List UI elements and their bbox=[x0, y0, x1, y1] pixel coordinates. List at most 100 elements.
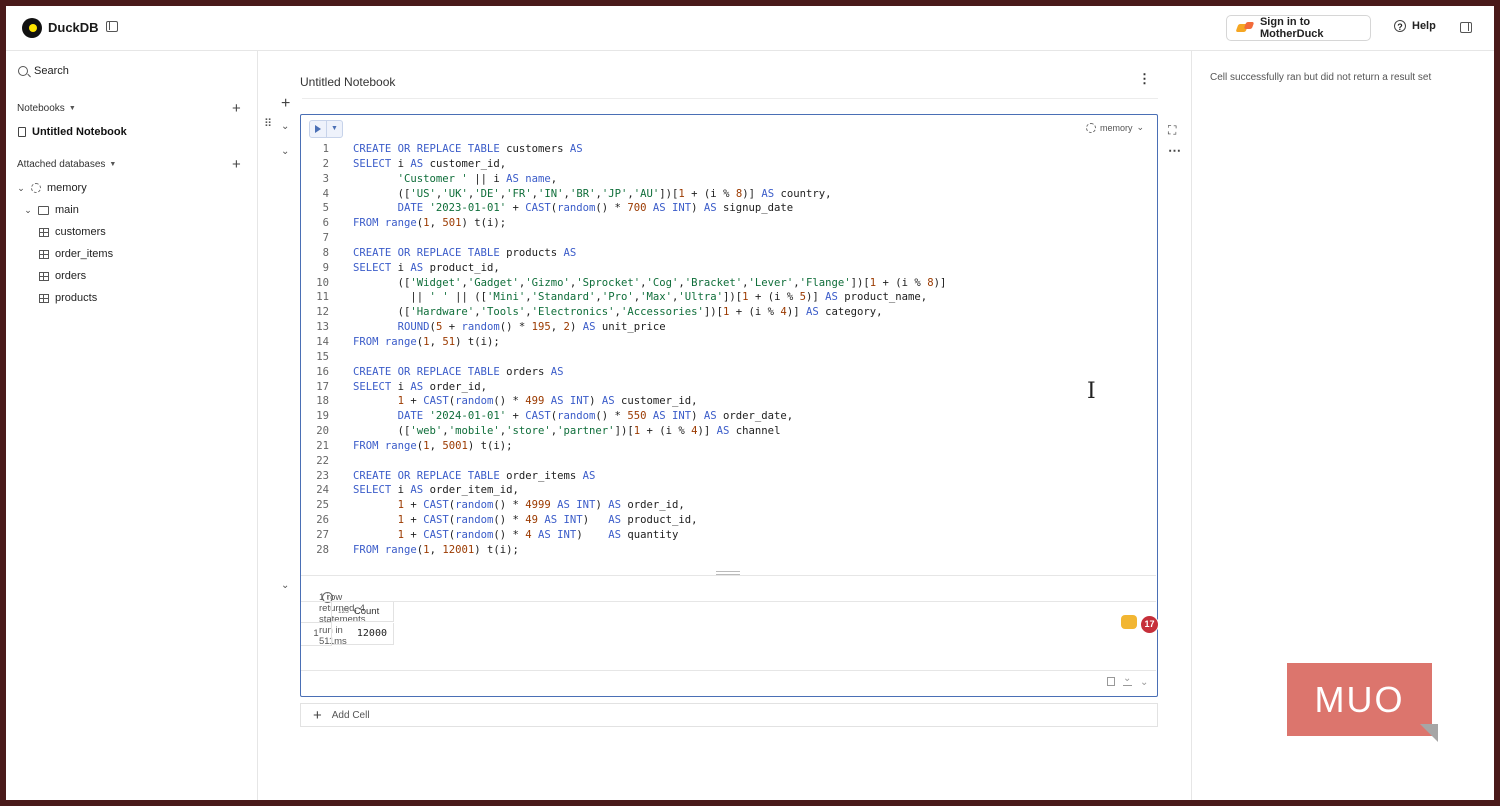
code-editor[interactable]: 1 CREATE OR REPLACE TABLE customers AS 2 SE… bbox=[301, 142, 1156, 558]
attach-database-button[interactable]: + bbox=[232, 157, 241, 172]
code-line[interactable]: 21 FROM range(1, 5001) t(i); bbox=[301, 439, 1156, 454]
tree-item-database[interactable]: ⌄ memory bbox=[17, 182, 87, 194]
right-panel-toggle-icon[interactable] bbox=[1460, 22, 1472, 33]
code-line[interactable]: 26 1 + CAST(random() * 49 AS INT) AS pro… bbox=[301, 513, 1156, 528]
code-line[interactable]: 20 (['web','mobile','store','partner'])[… bbox=[301, 424, 1156, 439]
notebook-menu-icon[interactable]: ⋮ bbox=[1138, 71, 1151, 87]
play-icon[interactable] bbox=[310, 121, 327, 137]
code-token: AS bbox=[506, 172, 526, 185]
code-line[interactable]: 8 CREATE OR REPLACE TABLE products AS bbox=[301, 246, 1156, 261]
code-line[interactable]: 19 DATE '2024-01-01' + CAST(random() * 5… bbox=[301, 409, 1156, 424]
result-actions: ⌄ bbox=[1107, 673, 1148, 688]
code-line[interactable]: 12 (['Hardware', 'Tools', 'Electronics', 'A… bbox=[301, 305, 1156, 320]
code-line[interactable]: 17 SELECT i AS order_id, bbox=[301, 380, 1156, 395]
signin-button[interactable]: Sign in to MotherDuck bbox=[1226, 15, 1371, 41]
code-line[interactable]: 27 1 + CAST(random() * 4 AS INT) AS quan… bbox=[301, 528, 1156, 543]
tree-item-table[interactable]: customers bbox=[39, 226, 106, 238]
add-notebook-button[interactable]: + bbox=[232, 101, 241, 116]
column-header[interactable]: 123 Count bbox=[332, 602, 394, 622]
sidebar-toggle-icon[interactable] bbox=[106, 21, 118, 32]
result-summary-bar: 1 row returned, 4 statements run in 511m… bbox=[301, 575, 1156, 647]
code-token: products bbox=[506, 246, 564, 259]
chevron-down-icon: ⌄ bbox=[1136, 122, 1145, 132]
code-line[interactable]: 6 FROM range(1, 501) t(i); bbox=[301, 216, 1156, 231]
notebooks-header-label: Notebooks bbox=[17, 103, 65, 114]
line-number: 22 bbox=[316, 454, 329, 467]
tree-item-table[interactable]: orders bbox=[39, 270, 86, 282]
code-line[interactable]: 1 CREATE OR REPLACE TABLE customers AS bbox=[301, 142, 1156, 157]
more-options-icon[interactable]: ⋯ bbox=[1168, 143, 1181, 159]
code-token: order_date, bbox=[723, 410, 794, 423]
code-token: range bbox=[384, 217, 417, 230]
code-token: CAST bbox=[423, 499, 449, 512]
code-line[interactable]: 7 bbox=[301, 231, 1156, 246]
tree-item-table[interactable]: order_items bbox=[39, 248, 113, 260]
notebook-title[interactable]: Untitled Notebook bbox=[300, 75, 395, 89]
collapse-cell-chevron-icon[interactable]: ⌄ bbox=[281, 121, 289, 132]
code-token: 'Electronics' bbox=[531, 306, 615, 319]
chevron-down-icon[interactable]: ⌄ bbox=[24, 205, 32, 216]
code-token: quantity bbox=[627, 528, 679, 541]
chevron-down-icon[interactable]: ⌄ bbox=[17, 183, 25, 194]
line-number: 28 bbox=[316, 543, 329, 556]
run-cell-button[interactable]: ▼ bbox=[309, 120, 343, 138]
sidebar-item-notebook[interactable]: Untitled Notebook bbox=[18, 126, 127, 138]
code-token: ROUND bbox=[397, 321, 430, 334]
code-line[interactable]: 4 (['US', 'UK', 'DE', 'FR', 'IN', 'BR', 'JP', '… bbox=[301, 187, 1156, 202]
motherduck-icon bbox=[1237, 22, 1254, 34]
notebooks-header[interactable]: Notebooks ▼ bbox=[17, 103, 76, 114]
help-button[interactable]: ? Help bbox=[1394, 20, 1436, 32]
table-label: customers bbox=[55, 226, 106, 238]
tree-item-table[interactable]: products bbox=[39, 292, 97, 304]
code-line[interactable]: 28 FROM range(1, 12001) t(i); bbox=[301, 543, 1156, 558]
code-token: AS bbox=[410, 380, 430, 393]
database-selector[interactable]: memory ⌄ bbox=[1086, 122, 1144, 133]
code-token: AS bbox=[582, 321, 602, 334]
code-line[interactable]: 16 CREATE OR REPLACE TABLE orders AS bbox=[301, 365, 1156, 380]
code-token: AS bbox=[410, 261, 430, 274]
code-token: random bbox=[455, 395, 494, 408]
code-line[interactable]: 13 ROUND(5 + random() * 195, 2) AS unit_… bbox=[301, 320, 1156, 335]
code-token: 'AU' bbox=[633, 187, 660, 200]
chevron-down-icon[interactable]: ⌄ bbox=[1140, 677, 1148, 688]
code-line[interactable]: 14 FROM range(1, 51) t(i); bbox=[301, 335, 1156, 350]
code-token: AS bbox=[608, 514, 628, 527]
tree-item-schema[interactable]: ⌄ main bbox=[24, 204, 79, 216]
code-line[interactable]: 25 1 + CAST(random() * 4999 AS INT) AS o… bbox=[301, 498, 1156, 513]
code-line[interactable]: 5 DATE '2023-01-01' + CAST(random() * 70… bbox=[301, 201, 1156, 216]
line-number: 21 bbox=[316, 439, 329, 452]
code-line[interactable]: 24 SELECT i AS order_item_id, bbox=[301, 483, 1156, 498]
attached-databases-header[interactable]: Attached databases ▼ bbox=[17, 159, 116, 170]
code-token: 'Pro' bbox=[601, 291, 634, 304]
code-line[interactable]: 18 1 + CAST(random() * 499 AS INT) AS cu… bbox=[301, 394, 1156, 409]
add-cell-button[interactable]: + Add Cell bbox=[300, 703, 1158, 727]
column-header-label: Count bbox=[353, 606, 380, 617]
code-line[interactable]: 10 (['Widget', 'Gadget', 'Gizmo', 'Sprocket… bbox=[301, 276, 1156, 291]
add-cell-above-button[interactable]: + bbox=[281, 95, 290, 113]
code-token: SELECT bbox=[353, 484, 398, 497]
code-line[interactable]: 23 CREATE OR REPLACE TABLE order_items AS bbox=[301, 469, 1156, 484]
copy-icon[interactable] bbox=[1107, 677, 1115, 686]
code-token: || i bbox=[467, 172, 507, 185]
code-line[interactable]: 15 bbox=[301, 350, 1156, 365]
download-icon[interactable] bbox=[1123, 673, 1132, 686]
drag-handle-icon[interactable]: ⠿ bbox=[264, 119, 272, 130]
run-options-chevron-icon[interactable]: ▼ bbox=[327, 121, 342, 137]
code-token: 'Cog' bbox=[646, 276, 679, 289]
code-line[interactable]: 2 SELECT i AS customer_id, bbox=[301, 157, 1156, 172]
code-line[interactable]: 11 || ' ' || (['Mini', 'Standard', 'Pro', '… bbox=[301, 290, 1156, 305]
collapse-result-chevron-icon[interactable]: ⌄ bbox=[281, 580, 289, 591]
fullscreen-icon[interactable]: ⛶ bbox=[1168, 123, 1176, 138]
code-token: 'FR' bbox=[506, 187, 532, 200]
collapse-editor-chevron-icon[interactable]: ⌄ bbox=[281, 146, 289, 157]
code-line[interactable]: 9 SELECT i AS product_id, bbox=[301, 261, 1156, 276]
text-cursor-icon: I bbox=[1087, 379, 1096, 404]
table-cell[interactable]: 12000 bbox=[332, 623, 394, 645]
search-button[interactable]: Search bbox=[18, 65, 69, 77]
code-token: product_name, bbox=[844, 291, 928, 304]
code-line[interactable]: 22 bbox=[301, 454, 1156, 469]
code-line[interactable]: 3 'Customer ' || i AS name, bbox=[301, 172, 1156, 187]
